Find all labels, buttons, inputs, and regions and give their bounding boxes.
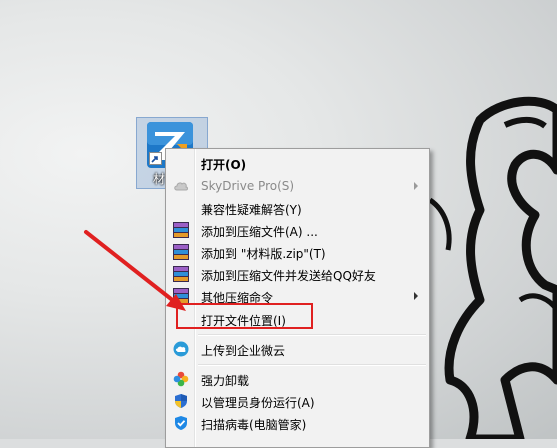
menu-item-force-uninstall[interactable]: 强力卸载	[168, 368, 427, 390]
winrar-icon	[173, 244, 189, 260]
menu-item-label: 以管理员身份运行(A)	[201, 396, 315, 410]
shortcut-caption: 材	[153, 172, 166, 186]
menu-item-label: 添加到压缩文件并发送给QQ好友	[201, 269, 376, 283]
submenu-arrow-icon	[414, 182, 418, 190]
menu-item-label: SkyDrive Pro(S)	[201, 179, 295, 193]
menu-item-open[interactable]: 打开(O)	[168, 152, 427, 174]
menu-separator	[198, 364, 426, 366]
menu-item-virus-scan[interactable]: 扫描病毒(电脑管家)	[168, 412, 427, 434]
winrar-icon	[173, 288, 189, 304]
cloud-icon	[174, 182, 188, 191]
menu-item-label: 兼容性疑难解答(Y)	[201, 203, 302, 217]
menu-item-add-to-zip[interactable]: 添加到 "材料版.zip"(T)	[168, 241, 427, 263]
menu-item-label: 添加到压缩文件(A) ...	[201, 225, 318, 239]
shortcut-arrow-icon	[149, 152, 162, 165]
menu-item-label: 打开(O)	[201, 158, 247, 172]
uninstall-icon	[173, 371, 189, 387]
menu-item-run-as-admin[interactable]: 以管理员身份运行(A)	[168, 390, 427, 412]
winrar-icon	[173, 222, 189, 238]
weiyun-icon	[173, 341, 189, 357]
context-menu: 打开(O) SkyDrive Pro(S) 兼容性疑难解答(Y) 添加到压缩文件…	[165, 148, 430, 448]
menu-separator	[198, 334, 426, 336]
menu-item-skydrive-pro[interactable]: SkyDrive Pro(S)	[168, 175, 427, 197]
menu-item-label: 添加到 "材料版.zip"(T)	[201, 247, 326, 261]
menu-item-label: 扫描病毒(电脑管家)	[201, 418, 307, 432]
menu-item-label: 强力卸载	[201, 374, 250, 388]
menu-item-upload-weiyun[interactable]: 上传到企业微云	[168, 338, 427, 360]
submenu-arrow-icon	[414, 292, 418, 300]
scan-shield-icon	[175, 416, 187, 430]
menu-item-add-to-archive[interactable]: 添加到压缩文件(A) ...	[168, 219, 427, 241]
annotation-highlight-box	[176, 303, 313, 329]
menu-item-label: 上传到企业微云	[201, 344, 286, 358]
winrar-icon	[173, 266, 189, 282]
menu-item-compress-send-qq[interactable]: 添加到压缩文件并发送给QQ好友	[168, 263, 427, 285]
menu-item-compat-troubleshoot[interactable]: 兼容性疑难解答(Y)	[168, 197, 427, 219]
shield-icon	[175, 394, 187, 408]
